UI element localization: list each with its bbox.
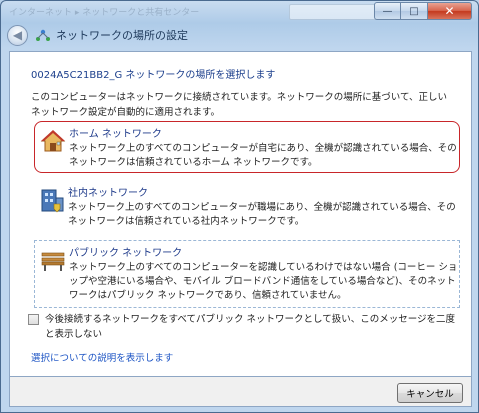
back-button[interactable]: ◀ xyxy=(7,24,28,46)
network-location-window: インターネット ▸ ネットワークと共有センター — □ ✕ ◀ ネットワークの場… xyxy=(0,0,479,413)
treat-all-public-checkbox[interactable] xyxy=(28,314,39,325)
maximize-button[interactable]: □ xyxy=(401,2,428,20)
public-network-option[interactable]: パブリック ネットワーク ネットワーク上のすべてのコンピューターを認識しているわ… xyxy=(34,240,460,308)
page-subtitle: 0024A5C21BB2_G ネットワークの場所を選択します xyxy=(31,70,276,81)
home-network-description: ネットワーク上のすべてのコンピューターが自宅にあり、全機が認識されている場合、そ… xyxy=(69,143,457,168)
close-button[interactable]: ✕ xyxy=(428,2,472,20)
public-network-description: ネットワーク上のすべてのコンピューターを認識しているわけではない場合 (コーヒー… xyxy=(69,262,458,301)
park-bench-icon xyxy=(41,252,65,271)
work-network-description: ネットワーク上のすべてのコンピューターが職場にあり、全機が認識されている場合、そ… xyxy=(68,202,456,227)
treat-all-public-checkbox-row[interactable]: 今後接続するネットワークをすべてパブリック ネットワークとして扱い、このメッセー… xyxy=(28,312,458,342)
nav-bar: ◀ ネットワークの場所の設定 xyxy=(7,23,188,47)
footer-bar: キャンセル xyxy=(9,377,472,407)
help-link[interactable]: 選択についての説明を表示します xyxy=(31,350,173,364)
dialog-title: ネットワークの場所の設定 xyxy=(56,29,188,42)
work-network-option[interactable]: 社内ネットワーク ネットワーク上のすべてのコンピューターが職場にあり、全機が認識… xyxy=(34,181,460,227)
home-network-title: ホーム ネットワーク xyxy=(69,129,162,140)
minimize-button[interactable]: — xyxy=(374,2,401,20)
house-icon xyxy=(40,130,66,152)
work-network-title: 社内ネットワーク xyxy=(68,188,148,199)
caption-buttons: — □ ✕ xyxy=(374,2,472,20)
treat-all-public-label[interactable]: 今後接続するネットワークをすべてパブリック ネットワークとして扱い、このメッセー… xyxy=(45,312,458,342)
page-description: このコンピューターはネットワークに接続されています。ネットワークの場所に基づいて… xyxy=(31,92,448,118)
content-panel: 0024A5C21BB2_G ネットワークの場所を選択します このコンピューター… xyxy=(9,51,472,377)
network-icon xyxy=(36,29,50,41)
office-building-icon xyxy=(41,189,64,213)
background-search-box xyxy=(289,4,385,20)
cancel-button[interactable]: キャンセル xyxy=(397,383,463,403)
public-network-title: パブリック ネットワーク xyxy=(69,248,183,259)
home-network-option[interactable]: ホーム ネットワーク ネットワーク上のすべてのコンピューターが自宅にあり、全機が… xyxy=(34,121,460,173)
